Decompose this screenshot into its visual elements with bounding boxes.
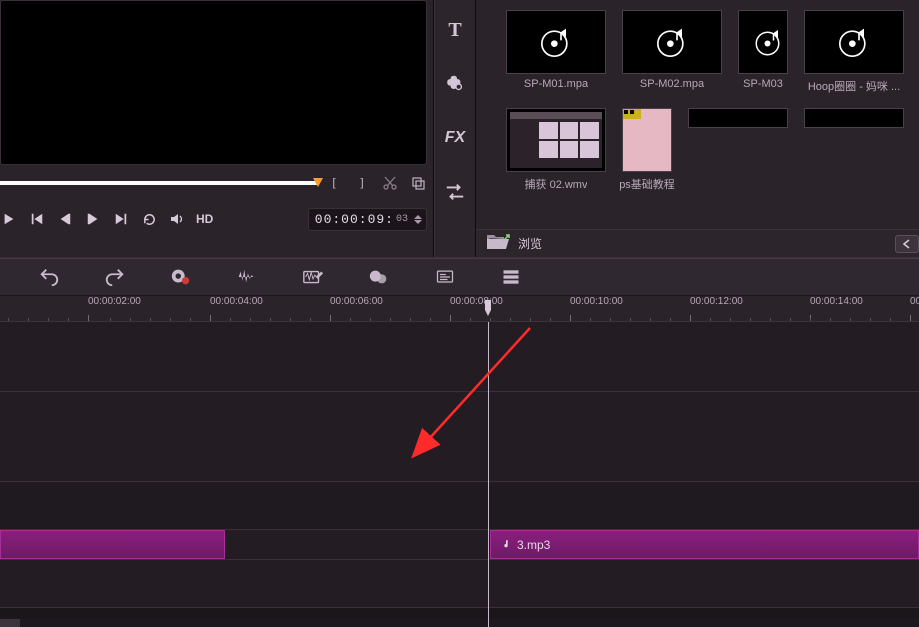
scroll-left-button[interactable] bbox=[895, 235, 919, 253]
browse-button[interactable]: 浏览 bbox=[518, 235, 542, 252]
go-start-icon[interactable] bbox=[28, 210, 46, 228]
time-ruler[interactable]: 00:00:02:00 00:00:04:00 00:00:06:00 00: 00:0… bbox=[0, 296, 919, 322]
multitrack-icon[interactable] bbox=[498, 266, 524, 288]
chapter-icon[interactable] bbox=[366, 266, 392, 288]
graphics-tool-icon[interactable] bbox=[443, 72, 467, 96]
track-overlay[interactable] bbox=[0, 482, 919, 530]
ruler-tick: 00:00:04:00 bbox=[210, 296, 263, 321]
preview-panel: [ ] bbox=[0, 0, 434, 257]
track-video-1[interactable] bbox=[0, 322, 919, 392]
transport-row: HD 00:00:09:03 bbox=[0, 195, 433, 243]
film-strip-icon bbox=[623, 109, 641, 119]
volume-icon[interactable] bbox=[168, 210, 186, 228]
fx-tool-icon[interactable]: FX bbox=[443, 126, 467, 150]
timecode-display[interactable]: 00:00:09:03 bbox=[308, 208, 427, 231]
folder-open-icon[interactable] bbox=[486, 233, 510, 254]
loop-icon[interactable] bbox=[140, 210, 158, 228]
track-extra[interactable] bbox=[0, 560, 919, 608]
audio-mixer-icon[interactable] bbox=[234, 266, 260, 288]
media-grid: SP-M01.mpa SP-M02.mpa SP-M03 Hoop圈圈 - 妈咪… bbox=[476, 0, 919, 229]
step-forward-icon[interactable] bbox=[84, 210, 102, 228]
music-note-icon bbox=[501, 538, 511, 552]
ruler-tick: 00:00:10:00 bbox=[570, 296, 623, 321]
copy-icon[interactable] bbox=[409, 174, 427, 192]
audio-thumbnail-icon bbox=[738, 10, 788, 74]
media-item[interactable] bbox=[688, 108, 788, 192]
subtitle-icon[interactable] bbox=[432, 266, 458, 288]
timecode-step-down[interactable] bbox=[414, 220, 422, 224]
title-tool-icon[interactable]: T bbox=[443, 18, 467, 42]
video-thumbnail-icon bbox=[506, 108, 606, 172]
media-item-label: SP-M02.mpa bbox=[640, 78, 704, 90]
playhead-marker[interactable] bbox=[481, 300, 495, 321]
mark-out-button[interactable]: ] bbox=[353, 174, 371, 192]
media-library-panel: SP-M01.mpa SP-M02.mpa SP-M03 Hoop圈圈 - 妈咪… bbox=[476, 0, 919, 257]
ruler-tick: 00:00:06:00 bbox=[330, 296, 383, 321]
audio-thumbnail-icon bbox=[622, 10, 722, 74]
track-video-2[interactable] bbox=[0, 392, 919, 482]
media-item[interactable]: SP-M03 bbox=[738, 10, 788, 94]
media-item-label: 捕获 02.wmv bbox=[525, 176, 588, 192]
timecode-step-up[interactable] bbox=[414, 215, 422, 219]
media-item[interactable]: SP-M01.mpa bbox=[506, 10, 606, 94]
media-item[interactable]: ps基础教程 bbox=[622, 108, 672, 192]
media-item-label: Hoop圈圈 - 妈咪 ... bbox=[808, 78, 900, 94]
media-footer: 浏览 bbox=[476, 229, 919, 257]
audio-thumbnail-icon bbox=[506, 10, 606, 74]
audio-clip[interactable] bbox=[0, 530, 225, 559]
vertical-tool-strip: T FX bbox=[434, 0, 476, 257]
media-item[interactable] bbox=[804, 108, 904, 192]
step-back-icon[interactable] bbox=[56, 210, 74, 228]
redo-icon[interactable] bbox=[102, 266, 128, 288]
media-item-label: SP-M03 bbox=[743, 78, 783, 90]
cut-icon[interactable] bbox=[381, 174, 399, 192]
audio-thumbnail-icon bbox=[804, 108, 904, 128]
media-item-label: ps基础教程 bbox=[619, 176, 675, 192]
transition-tool-icon[interactable] bbox=[443, 180, 467, 204]
undo-icon[interactable] bbox=[36, 266, 62, 288]
audio-thumbnail-icon bbox=[688, 108, 788, 128]
timecode-frames: 03 bbox=[396, 214, 408, 225]
play-icon[interactable] bbox=[0, 210, 18, 228]
media-item[interactable]: SP-M02.mpa bbox=[622, 10, 722, 94]
timeline-toolbar bbox=[0, 258, 919, 296]
scrub-track[interactable] bbox=[0, 181, 319, 185]
video-thumbnail-icon bbox=[622, 108, 672, 172]
record-icon[interactable] bbox=[168, 266, 194, 288]
ruler-tick: 00:00:02:00 bbox=[88, 296, 141, 321]
audio-thumbnail-icon bbox=[804, 10, 904, 74]
audio-edit-icon[interactable] bbox=[300, 266, 326, 288]
ruler-tick: 00:00:14:00 bbox=[810, 296, 863, 321]
ruler-tick: 00: bbox=[910, 296, 919, 321]
timecode-main: 00:00:09: bbox=[315, 212, 394, 227]
clip-label: 3.mp3 bbox=[517, 538, 550, 552]
mark-in-button[interactable]: [ bbox=[325, 174, 343, 192]
media-item[interactable]: 捕获 02.wmv bbox=[506, 108, 606, 192]
go-end-icon[interactable] bbox=[112, 210, 130, 228]
scrollbar-stub[interactable] bbox=[0, 619, 20, 627]
hd-toggle[interactable]: HD bbox=[196, 212, 213, 226]
media-item-label: SP-M01.mpa bbox=[524, 78, 588, 90]
audio-clip[interactable]: 3.mp3 bbox=[490, 530, 919, 559]
preview-video[interactable] bbox=[0, 0, 427, 165]
track-audio[interactable]: 3.mp3 bbox=[0, 530, 919, 560]
timeline-tracks: 3.mp3 bbox=[0, 322, 919, 627]
media-item[interactable]: Hoop圈圈 - 妈咪 ... bbox=[804, 10, 904, 94]
scrub-handle[interactable] bbox=[313, 178, 323, 187]
playhead-line[interactable] bbox=[488, 322, 489, 627]
ruler-tick: 00:00:12:00 bbox=[690, 296, 743, 321]
track-spacer bbox=[0, 608, 919, 618]
scrub-row: [ ] bbox=[0, 165, 433, 195]
